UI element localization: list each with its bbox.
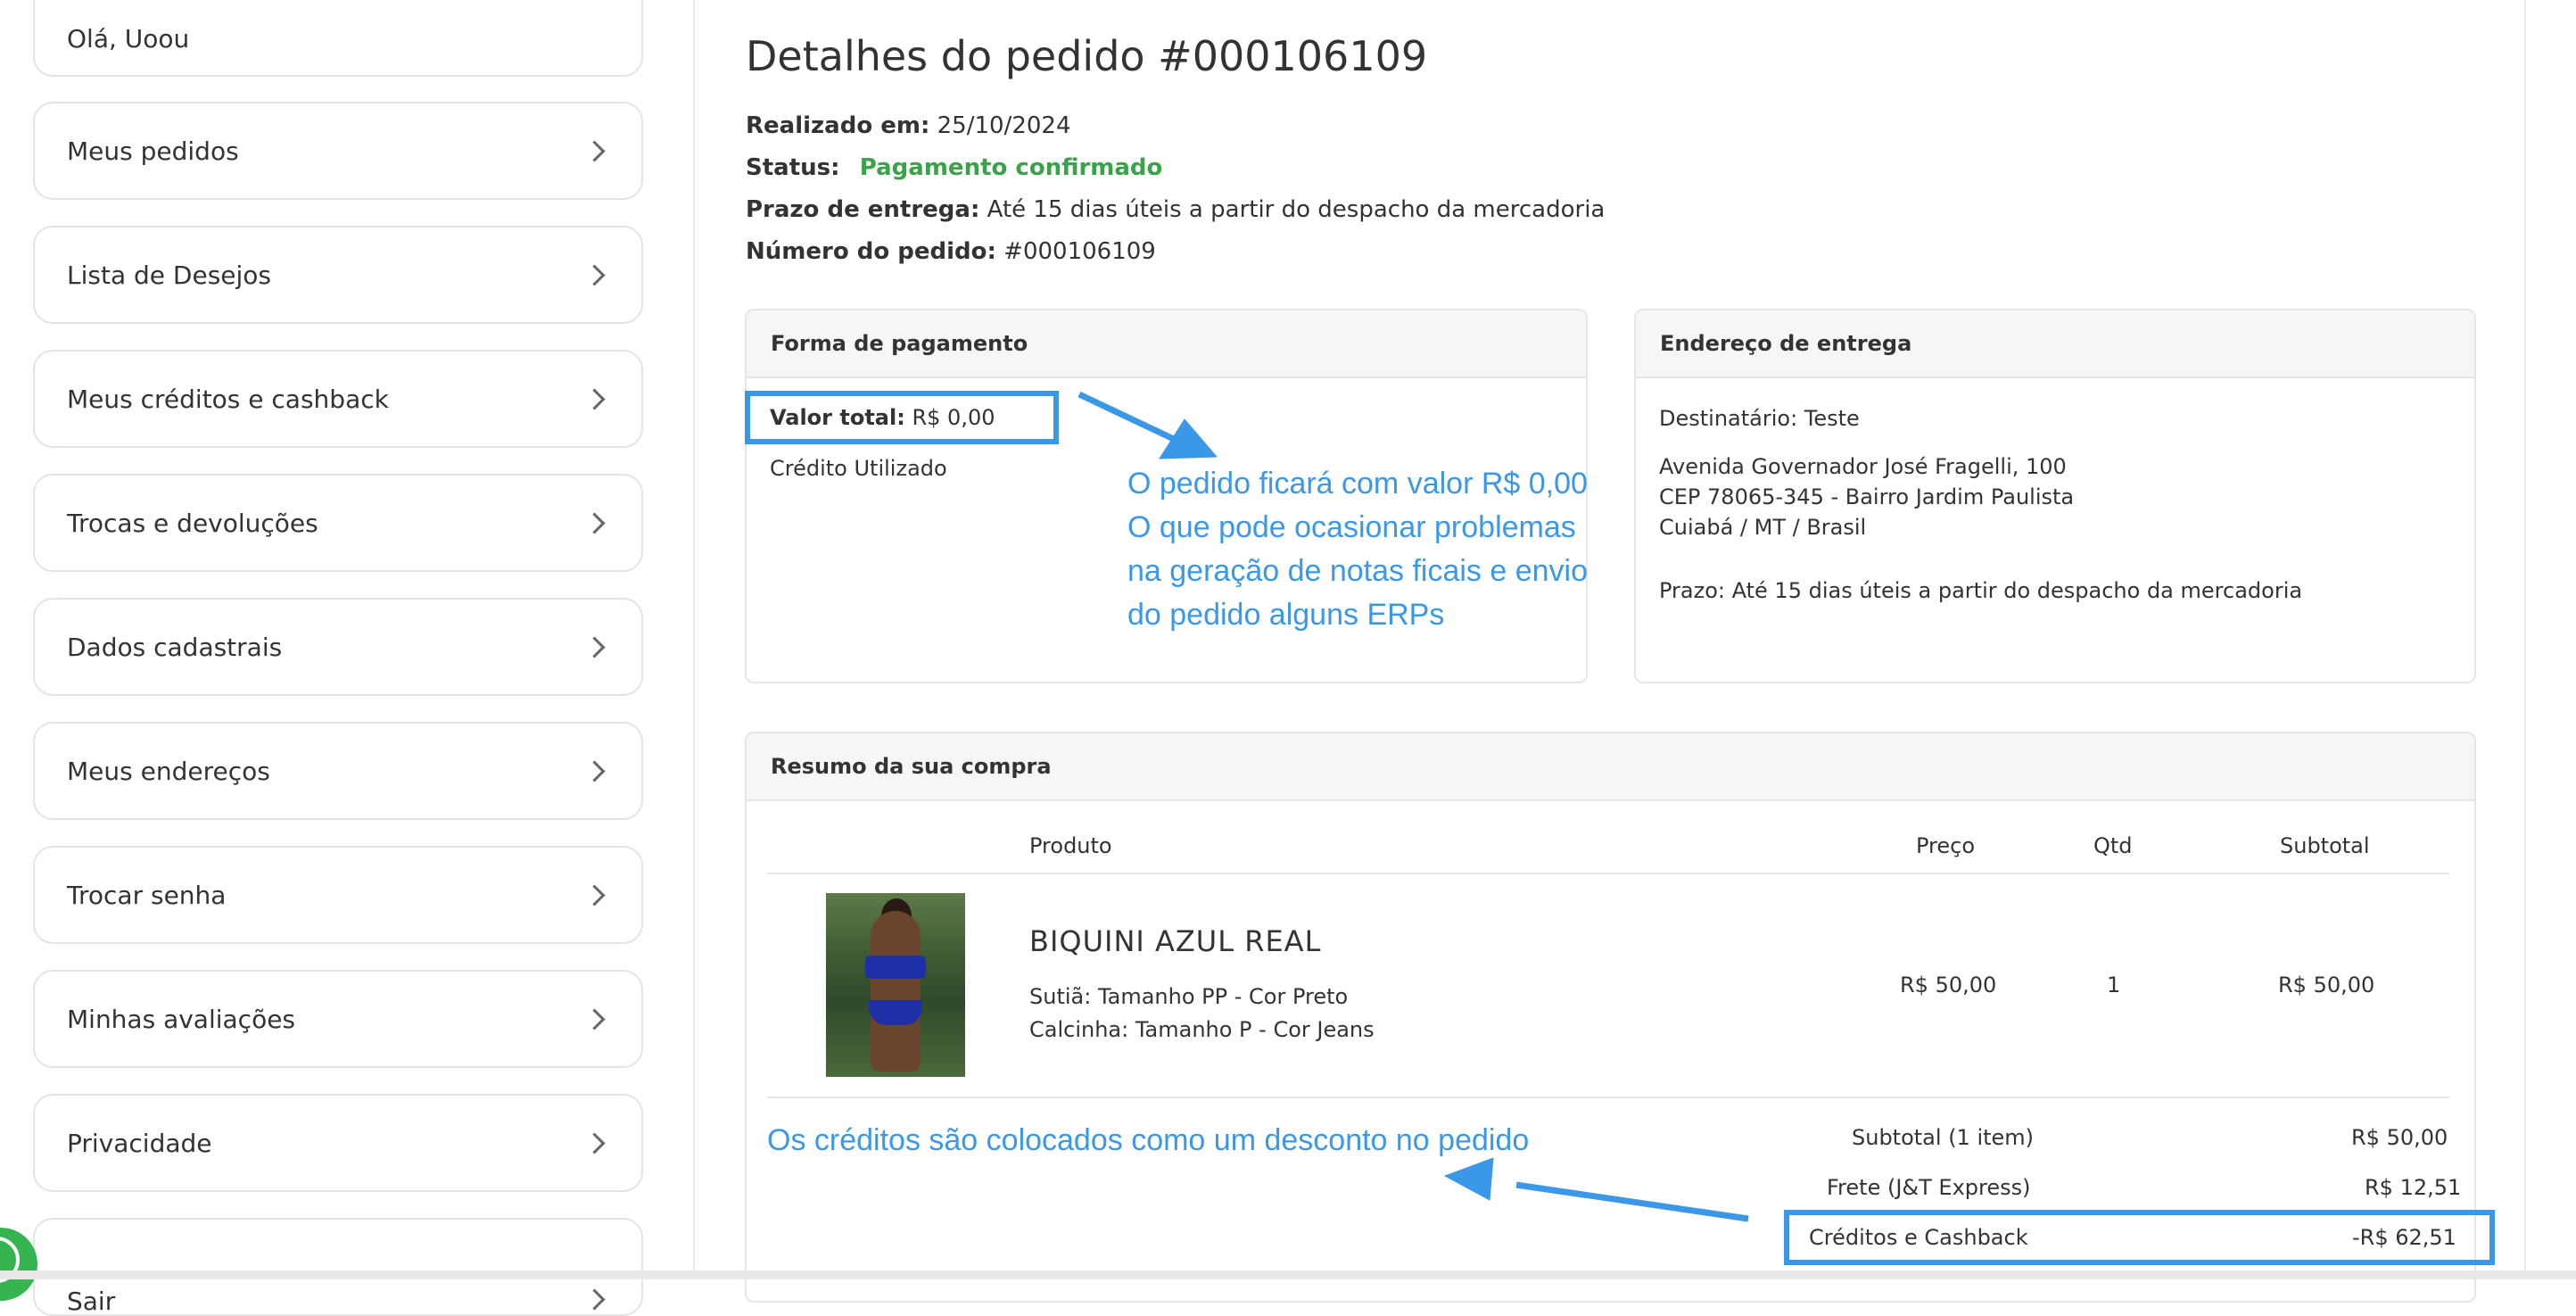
sidebar-item-label: Sair (67, 1287, 116, 1316)
chevron-right-icon (583, 1288, 606, 1311)
annotation-arrows (1077, 391, 1749, 1222)
arrow-icon (1077, 391, 1749, 1222)
browser-bottom-edge (0, 1270, 2576, 1279)
